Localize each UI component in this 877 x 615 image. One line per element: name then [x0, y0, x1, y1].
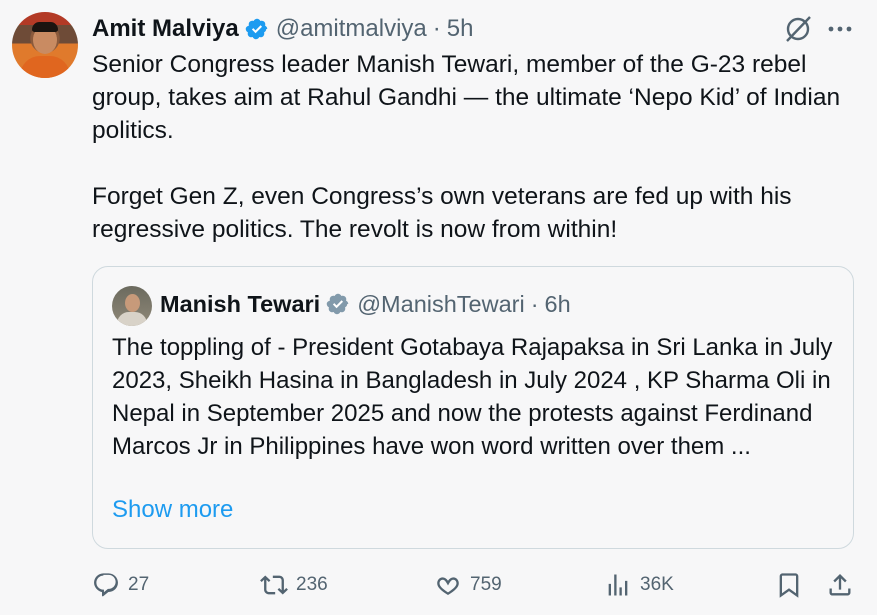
- like-button[interactable]: 759: [434, 567, 502, 603]
- quoted-author-handle[interactable]: @ManishTewari: [357, 291, 525, 318]
- repost-icon: [260, 575, 288, 595]
- analytics-icon: [608, 574, 628, 596]
- grok-icon[interactable]: [783, 14, 813, 44]
- author-name[interactable]: Amit Malviya: [92, 15, 239, 43]
- quoted-author-name[interactable]: Manish Tewari: [160, 291, 320, 318]
- tweet-timestamp[interactable]: 5h: [447, 15, 474, 43]
- quoted-tweet-text: The toppling of - President Gotabaya Raj…: [112, 334, 833, 460]
- show-more-link[interactable]: Show more: [112, 496, 233, 524]
- tweet-text: Senior Congress leader Manish Tewari, me…: [92, 51, 841, 243]
- heart-icon: [437, 577, 459, 596]
- share-button[interactable]: [826, 567, 862, 603]
- tweet: Amit Malviya @amitmalviya · 5h Senior Co…: [0, 0, 877, 615]
- reply-icon: [94, 573, 118, 597]
- tweet-header-actions: [783, 14, 853, 44]
- tweet-header: Amit Malviya @amitmalviya · 5h: [92, 12, 473, 46]
- share-icon: [829, 574, 851, 596]
- bookmark-button[interactable]: [775, 567, 811, 603]
- repost-button[interactable]: 236: [260, 567, 328, 603]
- separator-dot: ·: [530, 290, 539, 317]
- quoted-timestamp[interactable]: 6h: [545, 291, 571, 318]
- quoted-author-avatar[interactable]: [112, 286, 152, 326]
- separator-dot: ·: [432, 15, 441, 42]
- quoted-tweet[interactable]: Manish Tewari @ManishTewari · 6h The top…: [92, 266, 854, 549]
- reply-button[interactable]: 27: [92, 567, 149, 603]
- views-button[interactable]: 36K: [604, 567, 674, 603]
- reply-count: 27: [128, 574, 150, 595]
- quoted-tweet-header: Manish Tewari @ManishTewari · 6h: [160, 289, 571, 319]
- author-avatar[interactable]: [12, 12, 78, 78]
- like-count: 759: [470, 574, 502, 595]
- more-options-icon[interactable]: [827, 16, 853, 42]
- view-count: 36K: [640, 574, 674, 595]
- author-handle[interactable]: @amitmalviya: [276, 15, 427, 43]
- quoted-verified-badge-icon: [326, 293, 349, 315]
- repost-count: 236: [296, 574, 328, 595]
- tweet-actions: 27 236 759 36K: [92, 567, 862, 603]
- bookmark-icon: [779, 573, 799, 598]
- verified-badge-icon: [245, 18, 267, 40]
